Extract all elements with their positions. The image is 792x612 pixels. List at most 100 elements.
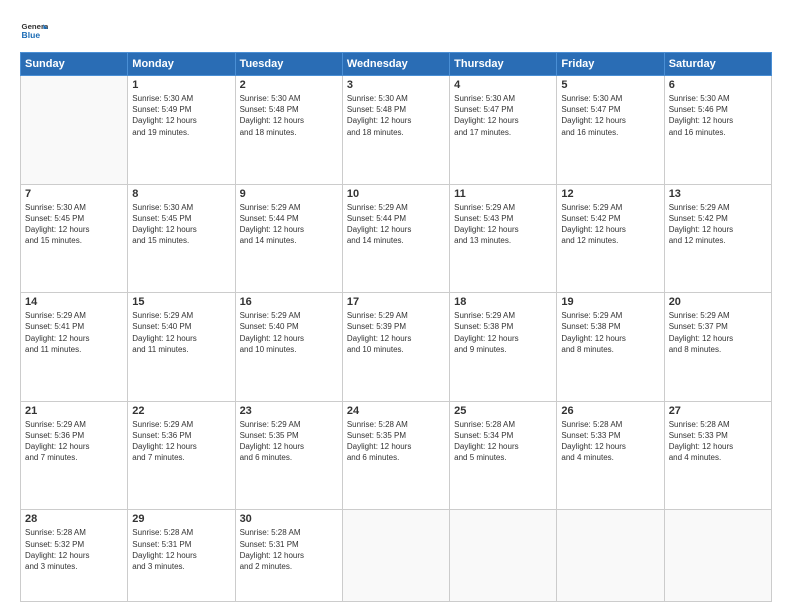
day-number: 30 (240, 513, 338, 525)
page: General Blue SundayMondayTuesdayWednesda… (0, 0, 792, 612)
day-info: Sunrise: 5:29 AM Sunset: 5:40 PM Dayligh… (240, 310, 338, 355)
day-info: Sunrise: 5:29 AM Sunset: 5:42 PM Dayligh… (669, 202, 767, 247)
day-info: Sunrise: 5:29 AM Sunset: 5:42 PM Dayligh… (561, 202, 659, 247)
calendar-cell: 29 Sunrise: 5:28 AM Sunset: 5:31 PM Dayli… (128, 510, 235, 602)
day-info: Sunrise: 5:30 AM Sunset: 5:45 PM Dayligh… (25, 202, 123, 247)
day-info: Sunrise: 5:30 AM Sunset: 5:47 PM Dayligh… (454, 93, 552, 138)
day-info: Sunrise: 5:29 AM Sunset: 5:44 PM Dayligh… (347, 202, 445, 247)
day-number: 7 (25, 188, 123, 200)
day-info: Sunrise: 5:30 AM Sunset: 5:48 PM Dayligh… (347, 93, 445, 138)
calendar-cell: 2 Sunrise: 5:30 AM Sunset: 5:48 PM Daylig… (235, 76, 342, 185)
day-info: Sunrise: 5:28 AM Sunset: 5:31 PM Dayligh… (132, 527, 230, 572)
day-info: Sunrise: 5:29 AM Sunset: 5:36 PM Dayligh… (25, 419, 123, 464)
calendar-cell: 7 Sunrise: 5:30 AM Sunset: 5:45 PM Daylig… (21, 184, 128, 293)
calendar-cell: 19 Sunrise: 5:29 AM Sunset: 5:38 PM Dayli… (557, 293, 664, 402)
calendar-cell: 25 Sunrise: 5:28 AM Sunset: 5:34 PM Dayli… (450, 401, 557, 510)
day-info: Sunrise: 5:30 AM Sunset: 5:48 PM Dayligh… (240, 93, 338, 138)
calendar-cell: 27Sunrise: 5:28 AM Sunset: 5:33 PM Dayli… (664, 401, 771, 510)
calendar-cell: 12 Sunrise: 5:29 AM Sunset: 5:42 PM Dayli… (557, 184, 664, 293)
day-info: Sunrise: 5:30 AM Sunset: 5:45 PM Dayligh… (132, 202, 230, 247)
calendar-cell: 9Sunrise: 5:29 AM Sunset: 5:44 PM Daylig… (235, 184, 342, 293)
calendar-cell: 10 Sunrise: 5:29 AM Sunset: 5:44 PM Dayli… (342, 184, 449, 293)
calendar-cell: 21 Sunrise: 5:29 AM Sunset: 5:36 PM Dayli… (21, 401, 128, 510)
calendar-cell (342, 510, 449, 602)
day-info: Sunrise: 5:28 AM Sunset: 5:34 PM Dayligh… (454, 419, 552, 464)
day-number: 24 (347, 405, 445, 417)
day-number: 18 (454, 296, 552, 308)
day-number: 2 (240, 79, 338, 91)
calendar-week-1: 1Sunrise: 5:30 AM Sunset: 5:49 PM Daylig… (21, 76, 772, 185)
calendar-week-4: 21 Sunrise: 5:29 AM Sunset: 5:36 PM Dayli… (21, 401, 772, 510)
day-number: 6 (669, 79, 767, 91)
calendar-cell: 23 Sunrise: 5:29 AM Sunset: 5:35 PM Dayli… (235, 401, 342, 510)
calendar-header-row: SundayMondayTuesdayWednesdayThursdayFrid… (21, 53, 772, 76)
calendar-cell: 16 Sunrise: 5:29 AM Sunset: 5:40 PM Dayli… (235, 293, 342, 402)
day-info: Sunrise: 5:29 AM Sunset: 5:36 PM Dayligh… (132, 419, 230, 464)
calendar-cell: 18 Sunrise: 5:29 AM Sunset: 5:38 PM Dayli… (450, 293, 557, 402)
day-info: Sunrise: 5:28 AM Sunset: 5:33 PM Dayligh… (561, 419, 659, 464)
day-number: 14 (25, 296, 123, 308)
day-info: Sunrise: 5:29 AM Sunset: 5:35 PM Dayligh… (240, 419, 338, 464)
calendar-cell: 1Sunrise: 5:30 AM Sunset: 5:49 PM Daylig… (128, 76, 235, 185)
header-cell-tuesday: Tuesday (235, 53, 342, 76)
calendar-cell: 13 Sunrise: 5:29 AM Sunset: 5:42 PM Dayli… (664, 184, 771, 293)
day-number: 13 (669, 188, 767, 200)
calendar-cell: 5Sunrise: 5:30 AM Sunset: 5:47 PM Daylig… (557, 76, 664, 185)
calendar-cell: 30Sunrise: 5:28 AM Sunset: 5:31 PM Dayli… (235, 510, 342, 602)
calendar-week-2: 7 Sunrise: 5:30 AM Sunset: 5:45 PM Daylig… (21, 184, 772, 293)
day-number: 19 (561, 296, 659, 308)
day-number: 26 (561, 405, 659, 417)
day-number: 8 (132, 188, 230, 200)
day-info: Sunrise: 5:29 AM Sunset: 5:39 PM Dayligh… (347, 310, 445, 355)
calendar-cell: 15 Sunrise: 5:29 AM Sunset: 5:40 PM Dayli… (128, 293, 235, 402)
day-number: 25 (454, 405, 552, 417)
calendar-cell: 24Sunrise: 5:28 AM Sunset: 5:35 PM Dayli… (342, 401, 449, 510)
calendar-cell: 17Sunrise: 5:29 AM Sunset: 5:39 PM Dayli… (342, 293, 449, 402)
calendar-cell: 8 Sunrise: 5:30 AM Sunset: 5:45 PM Daylig… (128, 184, 235, 293)
day-number: 20 (669, 296, 767, 308)
day-number: 9 (240, 188, 338, 200)
day-info: Sunrise: 5:29 AM Sunset: 5:38 PM Dayligh… (454, 310, 552, 355)
calendar-cell: 4Sunrise: 5:30 AM Sunset: 5:47 PM Daylig… (450, 76, 557, 185)
calendar-cell (557, 510, 664, 602)
calendar-cell: 20 Sunrise: 5:29 AM Sunset: 5:37 PM Dayli… (664, 293, 771, 402)
day-info: Sunrise: 5:30 AM Sunset: 5:46 PM Dayligh… (669, 93, 767, 138)
calendar-cell: 11 Sunrise: 5:29 AM Sunset: 5:43 PM Dayli… (450, 184, 557, 293)
calendar-week-3: 14 Sunrise: 5:29 AM Sunset: 5:41 PM Dayli… (21, 293, 772, 402)
header-cell-sunday: Sunday (21, 53, 128, 76)
logo: General Blue (20, 18, 52, 46)
day-number: 10 (347, 188, 445, 200)
calendar-cell: 28Sunrise: 5:28 AM Sunset: 5:32 PM Dayli… (21, 510, 128, 602)
header-cell-thursday: Thursday (450, 53, 557, 76)
calendar-week-5: 28Sunrise: 5:28 AM Sunset: 5:32 PM Dayli… (21, 510, 772, 602)
day-info: Sunrise: 5:29 AM Sunset: 5:43 PM Dayligh… (454, 202, 552, 247)
calendar-table: SundayMondayTuesdayWednesdayThursdayFrid… (20, 52, 772, 602)
day-info: Sunrise: 5:28 AM Sunset: 5:33 PM Dayligh… (669, 419, 767, 464)
header-cell-wednesday: Wednesday (342, 53, 449, 76)
day-number: 23 (240, 405, 338, 417)
header-cell-monday: Monday (128, 53, 235, 76)
header-cell-saturday: Saturday (664, 53, 771, 76)
calendar-cell (664, 510, 771, 602)
day-number: 29 (132, 513, 230, 525)
day-number: 12 (561, 188, 659, 200)
calendar-cell: 22Sunrise: 5:29 AM Sunset: 5:36 PM Dayli… (128, 401, 235, 510)
day-info: Sunrise: 5:29 AM Sunset: 5:37 PM Dayligh… (669, 310, 767, 355)
day-info: Sunrise: 5:30 AM Sunset: 5:49 PM Dayligh… (132, 93, 230, 138)
day-number: 3 (347, 79, 445, 91)
day-number: 11 (454, 188, 552, 200)
calendar-cell: 3 Sunrise: 5:30 AM Sunset: 5:48 PM Daylig… (342, 76, 449, 185)
day-info: Sunrise: 5:29 AM Sunset: 5:38 PM Dayligh… (561, 310, 659, 355)
day-info: Sunrise: 5:29 AM Sunset: 5:41 PM Dayligh… (25, 310, 123, 355)
calendar-cell: 6 Sunrise: 5:30 AM Sunset: 5:46 PM Daylig… (664, 76, 771, 185)
day-number: 15 (132, 296, 230, 308)
day-info: Sunrise: 5:30 AM Sunset: 5:47 PM Dayligh… (561, 93, 659, 138)
day-info: Sunrise: 5:29 AM Sunset: 5:40 PM Dayligh… (132, 310, 230, 355)
header-cell-friday: Friday (557, 53, 664, 76)
calendar-cell: 26 Sunrise: 5:28 AM Sunset: 5:33 PM Dayli… (557, 401, 664, 510)
header: General Blue (20, 18, 772, 46)
svg-text:Blue: Blue (22, 30, 41, 40)
day-number: 21 (25, 405, 123, 417)
logo-icon: General Blue (20, 18, 48, 46)
day-number: 16 (240, 296, 338, 308)
